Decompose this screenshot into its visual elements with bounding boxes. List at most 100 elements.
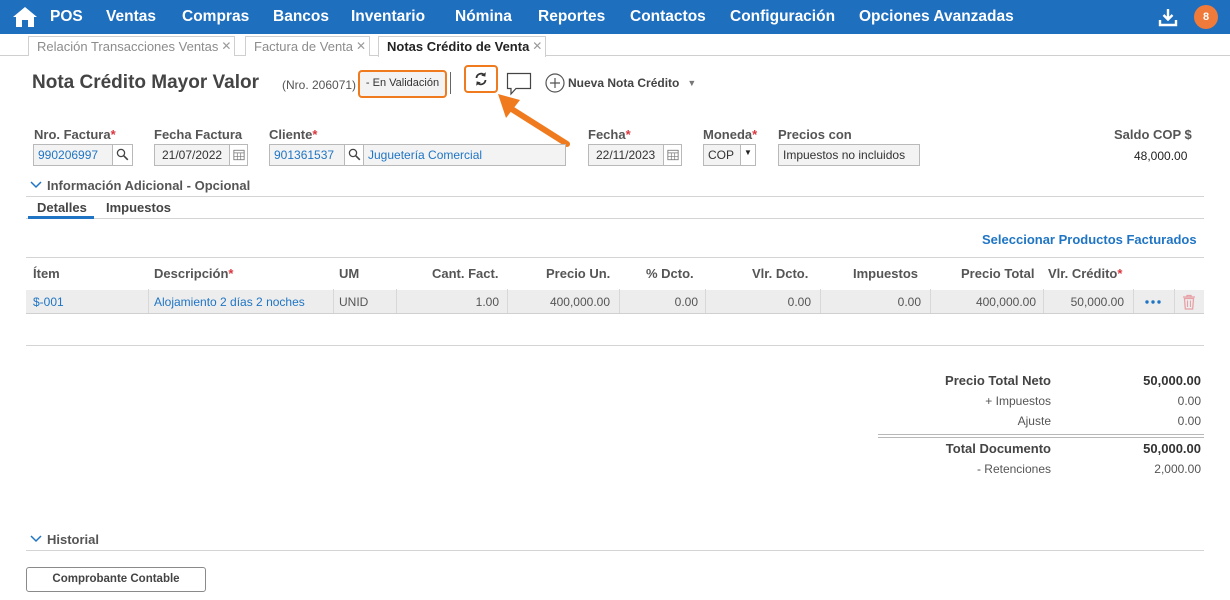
taxes-total-label: + Impuestos — [985, 394, 1051, 408]
tab-notas-credito[interactable]: Notas Crédito de Venta ✕ — [378, 36, 547, 57]
col-header-disc-val: Vlr. Dcto. — [752, 266, 809, 281]
col-header-um: UM — [339, 266, 360, 281]
cell-description[interactable]: Alojamiento 2 días 2 noches — [154, 295, 305, 309]
caret-down-icon: ▼ — [744, 148, 752, 157]
invoice-date-label: Fecha Factura — [154, 127, 243, 142]
divider — [26, 196, 1204, 197]
balance-label: Saldo COP $ — [1114, 127, 1192, 142]
home-icon[interactable] — [12, 5, 38, 29]
client-id-field[interactable]: 901361537 — [269, 144, 345, 166]
divider — [26, 550, 1204, 551]
net-total-label: Precio Total Neto — [945, 373, 1051, 388]
divider — [450, 72, 451, 94]
col-header-taxes: Impuestos — [853, 266, 919, 281]
tab-label: Notas Crédito de Venta — [387, 39, 530, 54]
col-header-total: Precio Total — [961, 266, 1035, 281]
document-number: (Nro. 206071) — [282, 78, 357, 92]
trash-icon[interactable] — [1182, 294, 1196, 310]
subtab-taxes[interactable]: Impuestos — [106, 200, 171, 215]
document-total-label: Total Documento — [945, 441, 1051, 456]
tab-factura-venta[interactable]: Factura de Venta ✕ — [245, 36, 371, 56]
cell-qty: 1.00 — [475, 295, 499, 309]
additional-info-label: Información Adicional - Opcional — [47, 177, 251, 193]
date-calendar-button[interactable] — [663, 144, 682, 166]
nav-item-opciones-avanzadas[interactable]: Opciones Avanzadas — [859, 0, 1014, 34]
column-separator — [930, 289, 931, 313]
nav-item-bancos[interactable]: Bancos — [273, 0, 329, 34]
nav-item-configuracion[interactable]: Configuración — [730, 0, 835, 34]
currency-select[interactable]: COP — [703, 144, 741, 166]
client-label: Cliente* — [269, 127, 318, 142]
taxes-total-value: 0.00 — [1177, 394, 1201, 408]
chevron-down-icon — [30, 181, 42, 189]
divider — [26, 218, 1204, 219]
notification-badge[interactable]: 8 — [1194, 5, 1218, 29]
document-total-value: 50,000.00 — [1143, 441, 1201, 456]
col-header-unit-price: Precio Un. — [546, 266, 611, 281]
adjust-label: Ajuste — [1017, 414, 1051, 428]
nav-item-inventario[interactable]: Inventario — [351, 0, 425, 34]
client-name-field[interactable]: Juguetería Comercial — [363, 144, 566, 166]
adjust-value: 0.00 — [1177, 414, 1201, 428]
top-navbar: POS Ventas Compras Bancos Inventario Nóm… — [0, 0, 1230, 34]
nav-item-ventas[interactable]: Ventas — [106, 0, 156, 34]
divider — [26, 345, 1204, 346]
column-separator — [148, 289, 149, 313]
tab-label: Relación Transacciones Ventas — [37, 39, 219, 54]
subtab-details[interactable]: Detalles — [37, 200, 87, 215]
invoice-number-label: Nro. Factura* — [34, 127, 116, 142]
new-credit-note-button[interactable]: Nueva Nota Crédito ▼ — [545, 73, 696, 93]
totals-divider — [878, 434, 1204, 438]
close-icon[interactable]: ✕ — [356, 37, 366, 56]
cell-disc-pct: 0.00 — [674, 295, 698, 309]
chevron-down-icon — [30, 535, 42, 543]
nav-item-nomina[interactable]: Nómina — [455, 0, 512, 34]
client-search-button[interactable] — [344, 144, 364, 166]
col-header-credit: Vlr. Crédito* — [1048, 266, 1123, 281]
close-icon[interactable]: ✕ — [221, 37, 231, 56]
invoice-date-calendar-button[interactable] — [229, 144, 248, 166]
cell-item[interactable]: $-001 — [33, 295, 64, 309]
accounting-voucher-button[interactable]: Comprobante Contable — [26, 567, 206, 592]
additional-info-toggle[interactable]: Información Adicional - Opcional — [30, 177, 250, 193]
nav-item-contactos[interactable]: Contactos — [630, 0, 706, 34]
prices-label: Precios con — [778, 127, 852, 142]
col-header-item: Ítem — [33, 266, 60, 281]
cell-total: 400,000.00 — [975, 295, 1036, 309]
invoice-number-field[interactable]: 990206997 — [33, 144, 113, 166]
tab-relacion-transacciones[interactable]: Relación Transacciones Ventas ✕ — [28, 36, 236, 56]
select-products-link[interactable]: Seleccionar Productos Facturados — [982, 232, 1197, 247]
cell-disc-val: 0.00 — [787, 295, 811, 309]
plus-circle-icon — [545, 73, 565, 93]
page-title: Nota Crédito Mayor Valor — [32, 72, 259, 93]
invoice-date-field: 21/07/2022 — [154, 144, 230, 166]
cell-credit[interactable]: 50,000.00 — [1046, 295, 1124, 309]
col-header-qty: Cant. Fact. — [432, 266, 499, 281]
column-separator — [507, 289, 508, 313]
col-header-disc-pct: % Dcto. — [646, 266, 694, 281]
currency-dropdown-button[interactable]: ▼ — [740, 144, 756, 166]
cell-unit-price: 400,000.00 — [549, 295, 610, 309]
date-field[interactable]: 22/11/2023 — [588, 144, 664, 166]
nav-item-reportes[interactable]: Reportes — [538, 0, 605, 34]
calendar-icon — [667, 149, 679, 161]
nav-item-pos[interactable]: POS — [50, 0, 83, 34]
nav-item-compras[interactable]: Compras — [182, 0, 249, 34]
net-total-value: 50,000.00 — [1143, 373, 1201, 388]
active-subtab-indicator — [28, 216, 94, 219]
annotation-arrow-icon — [498, 94, 570, 147]
balance-value: 48,000.00 — [1134, 149, 1188, 163]
history-toggle[interactable]: Historial — [30, 531, 99, 547]
retentions-value: 2,000.00 — [1154, 462, 1201, 476]
more-options-icon[interactable] — [1144, 297, 1162, 307]
column-separator — [1043, 289, 1044, 313]
invoice-search-button[interactable] — [112, 144, 133, 166]
column-separator — [705, 289, 706, 313]
currency-label: Moneda* — [703, 127, 758, 142]
column-separator — [820, 289, 821, 313]
retentions-label: - Retenciones — [976, 462, 1051, 476]
close-icon[interactable]: ✕ — [532, 37, 542, 56]
new-credit-note-label: Nueva Nota Crédito — [568, 76, 680, 90]
download-icon[interactable] — [1158, 7, 1178, 27]
calendar-icon — [233, 149, 245, 161]
